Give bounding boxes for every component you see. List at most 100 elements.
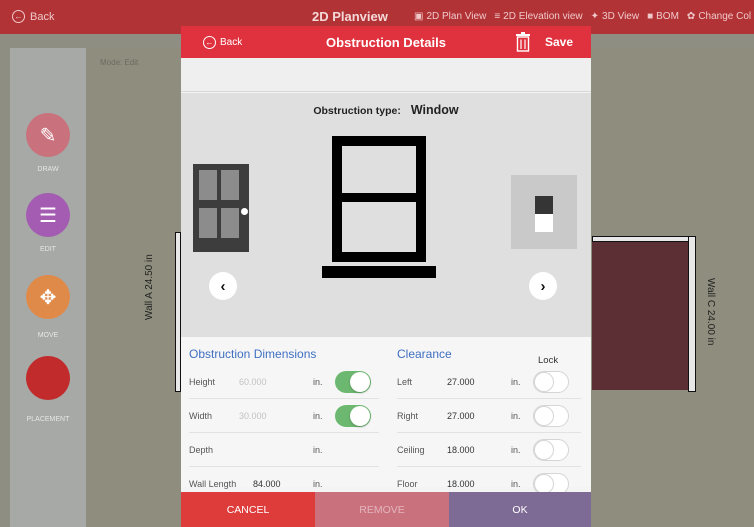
nav-3d-view[interactable]: ✦ 3D View (591, 11, 639, 22)
tool-sidebar: ✎ DRAW ☰ EDIT ✥ MOVE PLACEMENT (10, 48, 86, 527)
toggle-knob (350, 372, 370, 392)
cancel-button[interactable]: CANCEL (181, 492, 315, 527)
height-lock-toggle[interactable] (335, 371, 371, 393)
door-pane (199, 208, 217, 238)
modal-subheader (181, 58, 591, 92)
door-pane (199, 170, 217, 200)
nav-change-color[interactable]: ✿ Change Col (687, 11, 751, 22)
height-row: Height 60.000 in. (189, 365, 379, 399)
ceiling-label: Ceiling (397, 444, 425, 455)
clearance-title: Clearance (397, 347, 452, 361)
left-input[interactable]: 27.000 (447, 377, 475, 387)
pencil-icon: ✎ (39, 124, 57, 147)
edit-button[interactable]: ☰ (26, 193, 70, 237)
obstruction-type-label: Obstruction type: (313, 105, 401, 117)
left-unit: in. (511, 376, 521, 387)
left-clearance-row: Left 27.000 in. (397, 365, 581, 399)
left-lock-toggle[interactable] (533, 371, 569, 393)
door-pane (221, 170, 239, 200)
wall-c-label: Wall C 24.00 in (705, 278, 716, 346)
mode-label: Mode: Edit (100, 58, 139, 67)
ruler-icon: ☰ (39, 204, 57, 227)
previous-option-button[interactable]: ‹ (209, 272, 237, 300)
height-input[interactable]: 60.000 (239, 377, 267, 387)
dimensions-title: Obstruction Dimensions (189, 347, 317, 361)
ceiling-unit: in. (511, 444, 521, 455)
move-label: MOVE (37, 332, 59, 339)
room-area (592, 240, 690, 390)
width-input[interactable]: 30.000 (239, 411, 267, 421)
toggle-knob (534, 406, 554, 426)
toggle-knob (350, 406, 370, 426)
list-icon: ≡ (494, 11, 501, 22)
right-lock-toggle[interactable] (533, 405, 569, 427)
window-option[interactable] (332, 136, 426, 262)
toggle-knob (534, 372, 554, 392)
right-label: Right (397, 410, 419, 421)
door-pane (221, 208, 239, 238)
next-option-button[interactable]: › (529, 272, 557, 300)
draw-label: DRAW (37, 166, 59, 173)
width-row: Width 30.000 in. (189, 399, 379, 433)
edit-label: EDIT (40, 246, 56, 253)
height-label: Height (189, 376, 216, 387)
obstruction-type-value: Window (410, 103, 459, 117)
app-back-button[interactable]: ← Back (12, 10, 54, 23)
ceiling-lock-toggle[interactable] (533, 439, 569, 461)
left-label: Left (397, 376, 413, 387)
door-knob-icon (241, 208, 248, 215)
toggle-knob (534, 440, 554, 460)
modal-header: ← Back Obstruction Details Save (181, 26, 591, 58)
ceiling-clearance-row: Ceiling 18.000 in. (397, 433, 581, 467)
switch-option[interactable] (511, 175, 577, 249)
view-nav: ▣ 2D Plan View ≡ 2D Elevation view ✦ 3D Vie… (414, 11, 751, 22)
draw-button[interactable]: ✎ (26, 113, 70, 157)
remove-button[interactable]: REMOVE (315, 492, 449, 527)
chevron-left-icon: ‹ (220, 277, 226, 295)
save-button[interactable]: Save (545, 35, 573, 49)
document-icon: ■ (647, 11, 654, 22)
wall-c[interactable] (688, 236, 696, 392)
wall-length-input[interactable]: 84.000 (253, 479, 281, 489)
trash-icon[interactable] (515, 32, 531, 52)
plan-icon: ▣ (414, 11, 424, 22)
switch-toggle-icon (535, 196, 553, 214)
obstruction-form: Obstruction Dimensions Clearance Lock He… (181, 337, 591, 501)
width-lock-toggle[interactable] (335, 405, 371, 427)
move-arrows-icon: ✥ (39, 286, 57, 309)
depth-unit: in. (313, 444, 323, 455)
ok-button[interactable]: OK (449, 492, 591, 527)
width-label: Width (189, 410, 213, 421)
window-sill (322, 266, 436, 278)
wall-length-label: Wall Length (189, 478, 237, 489)
window-mullion (342, 193, 416, 202)
nav-2d-elevation-view[interactable]: ≡ 2D Elevation view (494, 11, 582, 22)
app-title: 2D Planview (312, 9, 388, 24)
chevron-right-icon: › (540, 277, 546, 295)
app-back-label: Back (30, 10, 55, 23)
move-button[interactable]: ✥ (26, 275, 70, 319)
floor-unit: in. (511, 478, 521, 489)
wall-a-label: Wall A 24.50 in (144, 254, 155, 320)
right-unit: in. (511, 410, 521, 421)
toggle-knob (534, 474, 554, 494)
nav-2d-plan-view[interactable]: ▣ 2D Plan View (414, 11, 486, 22)
cube-icon: ✦ (590, 11, 600, 22)
door-option[interactable] (193, 164, 249, 252)
height-unit: in. (313, 376, 323, 387)
obstruction-type-row: Obstruction type: Window (181, 103, 591, 117)
right-input[interactable]: 27.000 (447, 411, 475, 421)
depth-row: Depth in. (189, 433, 379, 467)
placement-label: PLACEMENT (26, 416, 70, 423)
floor-input[interactable]: 18.000 (447, 479, 475, 489)
palette-icon: ✿ (686, 11, 696, 22)
obstruction-details-modal: ← Back Obstruction Details Save Obstruct… (181, 26, 591, 527)
back-arrow-icon: ← (12, 10, 25, 23)
depth-label: Depth (189, 444, 214, 455)
ceiling-input[interactable]: 18.000 (447, 445, 475, 455)
wall-top[interactable] (592, 236, 694, 242)
placement-button[interactable] (26, 356, 70, 400)
nav-bom[interactable]: ■ BOM (647, 11, 679, 22)
right-clearance-row: Right 27.000 in. (397, 399, 581, 433)
floor-label: Floor (397, 478, 418, 489)
